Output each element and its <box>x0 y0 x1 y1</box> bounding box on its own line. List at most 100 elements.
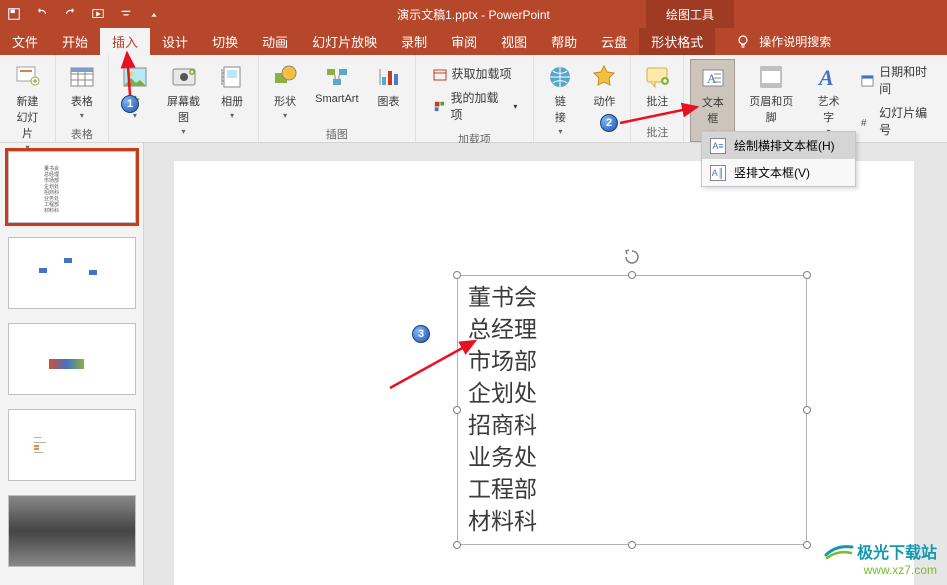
chart-icon <box>375 63 403 91</box>
slide-canvas[interactable]: 董书会 总经理 市场部 企划处 招商科 业务处 工程部 材料科 <box>174 161 914 585</box>
pictures-button[interactable]: 片 ▾ <box>115 59 155 124</box>
annotation-marker-3: 3 <box>412 325 430 343</box>
qat-customize-button[interactable] <box>116 4 136 24</box>
slide-thumbnail-3[interactable] <box>8 323 136 395</box>
new-slide-button[interactable]: 新建 幻灯片 ▾ <box>6 59 49 156</box>
annotation-marker-1: 1 <box>121 95 139 113</box>
text-line: 市场部 <box>468 346 796 378</box>
shapes-button[interactable]: 形状 ▾ <box>265 59 305 124</box>
watermark-logo-icon <box>824 541 854 561</box>
svg-text:#: # <box>861 118 867 129</box>
get-addins-button[interactable]: 获取加载项 <box>428 63 522 84</box>
picture-icon <box>121 63 149 91</box>
header-footer-button[interactable]: 页眉和页脚 <box>739 59 803 129</box>
table-button[interactable]: 表格 ▾ <box>62 59 102 124</box>
datetime-button[interactable]: 日期和时间 <box>856 61 939 99</box>
tell-me-area[interactable]: 操作说明搜索 <box>735 33 831 50</box>
slide-number-button[interactable]: # 幻灯片编号 <box>856 102 939 140</box>
store-icon <box>432 66 448 82</box>
chevron-down-icon: ▾ <box>230 111 234 120</box>
resize-handle[interactable] <box>453 271 461 279</box>
resize-handle[interactable] <box>803 271 811 279</box>
watermark-url: www.xz7.com <box>824 563 937 577</box>
slide-thumbnail-panel[interactable]: 董书会总经理市场部企划处招商科业务处工程部材料科 ━━━━━━━━━━━━━━ <box>0 143 144 585</box>
photo-album-button[interactable]: 相册 ▾ <box>212 59 252 124</box>
my-addins-button[interactable]: 我的加载项 ▾ <box>428 87 522 125</box>
tab-cloud[interactable]: 云盘 <box>589 28 639 55</box>
slide-editor-area[interactable]: 董书会 总经理 市场部 企划处 招商科 业务处 工程部 材料科 <box>144 143 947 585</box>
save-button[interactable] <box>4 4 24 24</box>
resize-handle[interactable] <box>453 541 461 549</box>
drawing-tools-tab-header[interactable]: 绘图工具 <box>646 0 734 28</box>
text-line: 企划处 <box>468 378 796 410</box>
tab-view[interactable]: 视图 <box>489 28 539 55</box>
tab-home[interactable]: 开始 <box>50 28 100 55</box>
rotate-handle[interactable] <box>623 248 641 266</box>
qat-dropdown-button[interactable] <box>144 4 164 24</box>
annotation-marker-2: 2 <box>600 114 618 132</box>
text-line: 业务处 <box>468 442 796 474</box>
chevron-down-icon: ▾ <box>80 111 84 120</box>
album-icon <box>218 63 246 91</box>
draw-horizontal-textbox[interactable]: A≡ 绘制横排文本框(H) <box>702 132 855 159</box>
ribbon-group-comments: 批注 批注 <box>631 55 684 142</box>
action-icon <box>590 63 618 91</box>
tab-insert[interactable]: 插入 <box>100 28 150 55</box>
quick-access-toolbar <box>4 4 164 24</box>
redo-button[interactable] <box>60 4 80 24</box>
tab-help[interactable]: 帮助 <box>539 28 589 55</box>
ribbon-group-links: 链 接 ▾ 动作 链接 <box>534 55 631 142</box>
draw-vertical-textbox[interactable]: A║ 竖排文本框(V) <box>702 159 855 186</box>
wordart-button[interactable]: A 艺术字 ▾ <box>807 59 850 140</box>
smartart-button[interactable]: SmartArt <box>309 59 364 109</box>
slide-thumbnail-5[interactable] <box>8 495 136 567</box>
tab-slideshow[interactable]: 幻灯片放映 <box>300 28 389 55</box>
slide-thumbnail-2[interactable] <box>8 237 136 309</box>
header-footer-icon <box>757 63 785 91</box>
text-line: 总经理 <box>468 314 796 346</box>
comment-icon <box>643 63 671 91</box>
tab-animations[interactable]: 动画 <box>250 28 300 55</box>
textbox-button[interactable]: A 文本框 ▾ <box>690 59 735 142</box>
tab-format[interactable]: 形状格式 <box>639 28 715 55</box>
screenshot-icon <box>170 63 198 91</box>
tab-file[interactable]: 文件 <box>0 28 50 55</box>
lightbulb-icon <box>735 34 751 50</box>
ribbon-body: 新建 幻灯片 ▾ 幻灯片 表格 ▾ 表格 片 ▾ <box>0 55 947 143</box>
comment-button[interactable]: 批注 <box>637 59 677 113</box>
workspace: 董书会总经理市场部企划处招商科业务处工程部材料科 ━━━━━━━━━━━━━━ … <box>0 143 947 585</box>
action-button[interactable]: 动作 <box>584 59 624 113</box>
window-title: 演示文稿1.pptx - PowerPoint <box>397 6 550 23</box>
text-line: 招商科 <box>468 410 796 442</box>
chevron-down-icon: ▾ <box>558 127 562 136</box>
ribbon-group-text: A 文本框 ▾ 页眉和页脚 A 艺术字 ▾ <box>684 55 947 142</box>
link-icon <box>546 63 574 91</box>
textbox-icon: A <box>699 64 727 92</box>
undo-button[interactable] <box>32 4 52 24</box>
svg-text:A: A <box>817 65 834 90</box>
shapes-icon <box>271 63 299 91</box>
start-slideshow-button[interactable] <box>88 4 108 24</box>
tab-design[interactable]: 设计 <box>150 28 200 55</box>
resize-handle[interactable] <box>628 271 636 279</box>
resize-handle[interactable] <box>803 406 811 414</box>
ribbon-group-illustrations: 形状 ▾ SmartArt 图表 插图 <box>259 55 415 142</box>
screenshot-button[interactable]: 屏幕截图 ▾ <box>159 59 208 140</box>
ribbon-group-tables: 表格 ▾ 表格 <box>56 55 109 142</box>
tab-record[interactable]: 录制 <box>389 28 439 55</box>
resize-handle[interactable] <box>803 541 811 549</box>
slide-thumbnail-4[interactable]: ━━━━━━━━━━━━━━ <box>8 409 136 481</box>
slide-textbox[interactable]: 董书会 总经理 市场部 企划处 招商科 业务处 工程部 材料科 <box>457 275 807 545</box>
text-line: 董书会 <box>468 282 796 314</box>
tab-review[interactable]: 审阅 <box>439 28 489 55</box>
chevron-down-icon: ▾ <box>283 111 287 120</box>
resize-handle[interactable] <box>453 406 461 414</box>
hyperlink-button[interactable]: 链 接 ▾ <box>540 59 580 140</box>
textbox-content[interactable]: 董书会 总经理 市场部 企划处 招商科 业务处 工程部 材料科 <box>458 276 806 544</box>
ribbon-group-addins: 获取加载项 我的加载项 ▾ 加载项 <box>416 55 535 142</box>
chart-button[interactable]: 图表 <box>369 59 409 113</box>
tab-transitions[interactable]: 切换 <box>200 28 250 55</box>
slide-thumbnail-1[interactable]: 董书会总经理市场部企划处招商科业务处工程部材料科 <box>8 151 136 223</box>
horizontal-textbox-icon: A≡ <box>710 138 726 154</box>
resize-handle[interactable] <box>628 541 636 549</box>
